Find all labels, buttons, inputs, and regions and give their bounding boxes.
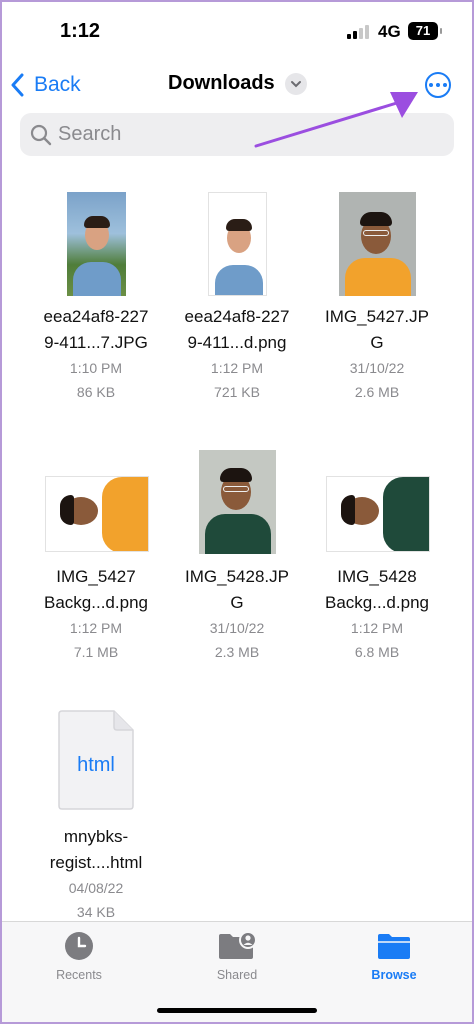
file-item[interactable]: IMG_5428.JP G 31/10/22 2.3 MB <box>162 450 312 664</box>
file-date: 1:12 PM <box>69 620 123 636</box>
file-date: 31/10/22 <box>209 620 265 636</box>
file-date: 1:12 PM <box>210 360 264 376</box>
folder-icon <box>378 934 410 959</box>
file-name: IMG_5427 Backg...d.png <box>44 567 148 612</box>
search-icon <box>30 124 52 145</box>
file-thumbnail <box>67 192 126 296</box>
battery-icon: 71 <box>408 22 442 40</box>
file-date: 04/08/22 <box>68 880 124 896</box>
file-size: 7.1 MB <box>73 644 119 660</box>
annotation-arrow <box>254 92 418 148</box>
tab-label: Recents <box>56 968 102 982</box>
tab-recents[interactable]: Recents <box>19 930 139 982</box>
file-name: mnybks-regist....html <box>49 827 143 872</box>
file-size: 2.3 MB <box>214 644 260 660</box>
file-item[interactable]: IMG_5428 Backg...d.png 1:12 PM 6.8 MB <box>302 450 452 664</box>
file-thumbnail <box>45 476 149 552</box>
chevron-left-icon <box>11 73 24 97</box>
file-item[interactable]: html mnybks-regist....html 04/08/22 34 K… <box>21 710 171 924</box>
file-date: 1:12 PM <box>350 620 404 636</box>
tab-label: Browse <box>371 968 417 982</box>
cellular-signal-icon <box>347 25 371 39</box>
html-document-icon <box>58 710 134 810</box>
file-item[interactable]: IMG_5427.JP G 31/10/22 2.6 MB <box>302 190 452 404</box>
file-thumbnail <box>326 476 430 552</box>
file-name: eea24af8-227 9-411...d.png <box>184 307 290 352</box>
shared-folder-icon <box>219 931 257 959</box>
tab-shared[interactable]: Shared <box>177 930 297 982</box>
file-size: 6.8 MB <box>354 644 400 660</box>
network-type: 4G <box>378 22 401 41</box>
file-thumbnail <box>339 192 416 296</box>
file-thumbnail <box>208 192 267 296</box>
status-time: 1:12 <box>60 20 101 42</box>
back-button[interactable]: Back <box>10 71 81 99</box>
file-thumbnail <box>199 450 276 554</box>
battery-level: 71 <box>415 23 431 38</box>
status-bar: 1:12 4G 71 <box>0 0 474 62</box>
file-size: 721 KB <box>214 384 260 400</box>
search-placeholder: Search <box>58 123 122 145</box>
tab-browse[interactable]: Browse <box>334 930 454 982</box>
file-size: 2.6 MB <box>354 384 400 400</box>
clock-icon <box>65 932 93 960</box>
file-item[interactable]: IMG_5427 Backg...d.png 1:12 PM 7.1 MB <box>21 450 171 664</box>
file-date: 31/10/22 <box>349 360 405 376</box>
file-item[interactable]: eea24af8-227 9-411...7.JPG 1:10 PM 86 KB <box>21 190 171 404</box>
file-name: IMG_5428.JP G <box>185 567 289 612</box>
file-name: IMG_5427.JP G <box>325 307 429 352</box>
file-date: 1:10 PM <box>69 360 123 376</box>
home-indicator <box>157 1008 317 1013</box>
file-name: IMG_5428 Backg...d.png <box>325 567 429 612</box>
file-item[interactable]: eea24af8-227 9-411...d.png 1:12 PM 721 KB <box>162 190 312 404</box>
tab-label: Shared <box>216 968 258 982</box>
file-size: 86 KB <box>76 384 116 400</box>
file-name: eea24af8-227 9-411...7.JPG <box>43 307 149 352</box>
back-label: Back <box>34 73 81 96</box>
